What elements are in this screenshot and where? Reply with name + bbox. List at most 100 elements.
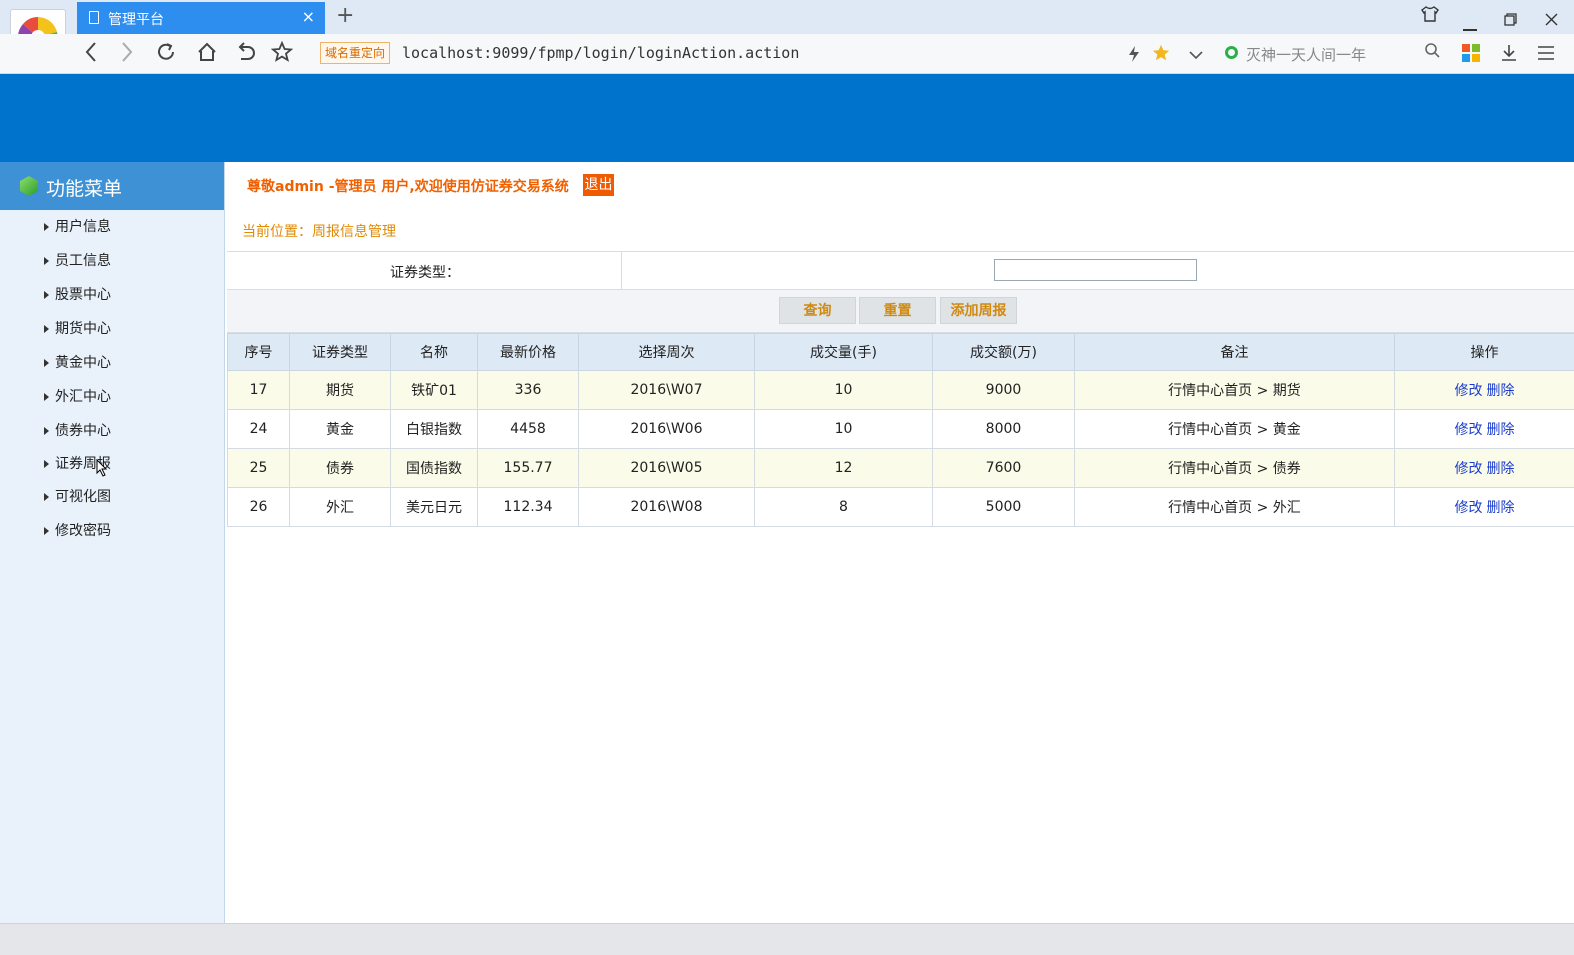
- security-type-input[interactable]: [994, 259, 1197, 281]
- welcome-message: 尊敬admin -管理员 用户,欢迎使用仿证券交易系统: [247, 179, 569, 195]
- cell-volume: 10: [754, 409, 933, 449]
- cell-name: 铁矿01: [390, 370, 478, 410]
- redirect-badge[interactable]: 域名重定向: [320, 42, 391, 64]
- cell-id: 24: [227, 409, 290, 449]
- triangle-right-icon: [44, 291, 49, 299]
- triangle-right-icon: [44, 493, 49, 501]
- restore-icon[interactable]: [1504, 11, 1517, 30]
- cell-name: 美元日元: [390, 487, 478, 527]
- sidebar-item-bond-center[interactable]: 债券中心: [44, 420, 111, 442]
- triangle-right-icon: [44, 527, 49, 535]
- table-row: 24 黄金 白银指数 4458 2016\W06 10 8000 行情中心首页 …: [227, 409, 1574, 449]
- sidebar-item-label: 修改密码: [55, 523, 111, 539]
- column-header: 证券类型: [289, 333, 391, 371]
- table-row: 25 债券 国债指数 155.77 2016\W05 12 7600 行情中心首…: [227, 448, 1574, 488]
- cell-price: 155.77: [477, 448, 579, 488]
- logout-button[interactable]: 退出: [583, 174, 614, 196]
- menu-icon[interactable]: [1537, 46, 1555, 64]
- query-button[interactable]: 查询: [779, 297, 856, 324]
- sidebar-item-label: 用户信息: [55, 219, 111, 235]
- browser-search-box[interactable]: 灭神一天人间一年: [1216, 42, 1444, 66]
- sidebar-item-label: 黄金中心: [55, 355, 111, 371]
- window-close-icon[interactable]: [1545, 11, 1558, 30]
- chevron-down-icon[interactable]: [1189, 48, 1203, 64]
- apps-icon[interactable]: [1462, 44, 1480, 66]
- delete-link[interactable]: 删除: [1487, 461, 1515, 477]
- home-icon[interactable]: [196, 41, 218, 70]
- back-icon[interactable]: [84, 41, 98, 70]
- cell-price: 336: [477, 370, 579, 410]
- sidebar-item-forex-center[interactable]: 外汇中心: [44, 386, 111, 408]
- triangle-right-icon: [44, 257, 49, 265]
- cell-amount: 7600: [932, 448, 1075, 488]
- triangle-right-icon: [44, 427, 49, 435]
- cell-amount: 9000: [932, 370, 1075, 410]
- browser-status-bar: [0, 923, 1574, 955]
- triangle-right-icon: [44, 325, 49, 333]
- sidebar: 功能菜单 用户信息 员工信息 股票中心 期货中心 黄金中心 外汇中心 债券中心 …: [0, 162, 225, 923]
- cell-remark: 行情中心首页 > 黄金: [1074, 409, 1395, 449]
- cell-type: 期货: [289, 370, 391, 410]
- cell-type: 债券: [289, 448, 391, 488]
- column-header: 序号: [227, 333, 290, 371]
- delete-link[interactable]: 删除: [1487, 422, 1515, 438]
- bolt-icon[interactable]: [1128, 45, 1140, 67]
- undo-icon[interactable]: [235, 41, 257, 70]
- minimize-icon[interactable]: [1463, 16, 1477, 35]
- edit-link[interactable]: 修改: [1455, 422, 1483, 438]
- sidebar-item-change-password[interactable]: 修改密码: [44, 520, 111, 542]
- cell-id: 25: [227, 448, 290, 488]
- sidebar-item-label: 债券中心: [55, 423, 111, 439]
- header-banner: [0, 74, 1574, 162]
- add-weekly-report-button[interactable]: 添加周报: [940, 297, 1017, 324]
- sidebar-item-visualization[interactable]: 可视化图: [44, 486, 111, 508]
- cell-remark: 行情中心首页 > 外汇: [1074, 487, 1395, 527]
- cell-remark: 行情中心首页 > 期货: [1074, 370, 1395, 410]
- reload-icon[interactable]: [155, 41, 177, 70]
- sidebar-item-employee-info[interactable]: 员工信息: [44, 250, 111, 272]
- cube-icon: [20, 176, 38, 196]
- cell-price: 4458: [477, 409, 579, 449]
- cell-actions: 修改 删除: [1394, 448, 1574, 488]
- address-bar[interactable]: localhost:9099/fpmp/login/loginAction.ac…: [402, 44, 799, 62]
- cell-actions: 修改 删除: [1394, 487, 1574, 527]
- document-icon: [89, 11, 99, 24]
- forward-icon[interactable]: [120, 41, 134, 70]
- sidebar-item-gold-center[interactable]: 黄金中心: [44, 352, 111, 374]
- delete-link[interactable]: 删除: [1487, 500, 1515, 516]
- sidebar-item-user-info[interactable]: 用户信息: [44, 216, 111, 238]
- reset-button[interactable]: 重置: [859, 297, 936, 324]
- search-icon[interactable]: [1424, 41, 1440, 64]
- star-filled-icon[interactable]: [1151, 43, 1171, 67]
- cell-amount: 8000: [932, 409, 1075, 449]
- triangle-right-icon: [44, 460, 49, 468]
- column-header: 选择周次: [578, 333, 755, 371]
- edit-link[interactable]: 修改: [1455, 461, 1483, 477]
- plus-icon[interactable]: +: [336, 3, 354, 28]
- cell-remark: 行情中心首页 > 债券: [1074, 448, 1395, 488]
- table-row: 26 外汇 美元日元 112.34 2016\W08 8 5000 行情中心首页…: [227, 487, 1574, 527]
- triangle-right-icon: [44, 223, 49, 231]
- sidebar-item-stock-center[interactable]: 股票中心: [44, 284, 111, 306]
- star-outline-icon[interactable]: [270, 40, 294, 70]
- cell-volume: 8: [754, 487, 933, 527]
- triangle-right-icon: [44, 359, 49, 367]
- sidebar-item-futures-center[interactable]: 期货中心: [44, 318, 111, 340]
- close-icon[interactable]: ×: [302, 7, 315, 26]
- breadcrumb: 当前位置：周报信息管理: [242, 224, 396, 240]
- weekly-report-table: 序号 证券类型 名称 最新价格 选择周次 成交量(手) 成交额(万) 备注 操作…: [227, 333, 1574, 527]
- edit-link[interactable]: 修改: [1455, 383, 1483, 399]
- delete-link[interactable]: 删除: [1487, 383, 1515, 399]
- download-icon[interactable]: [1500, 44, 1518, 66]
- sidebar-item-label: 可视化图: [55, 489, 111, 505]
- search-form-row: 证券类型：: [227, 251, 1574, 290]
- browser-tab[interactable]: 管理平台 ×: [77, 2, 325, 34]
- cell-amount: 5000: [932, 487, 1075, 527]
- edit-link[interactable]: 修改: [1455, 500, 1483, 516]
- button-row: 查询 重置 添加周报: [227, 290, 1574, 333]
- sidebar-item-label: 股票中心: [55, 287, 111, 303]
- column-header: 成交额(万): [932, 333, 1075, 371]
- sidebar-header: 功能菜单: [0, 162, 224, 210]
- shirt-icon[interactable]: [1421, 6, 1439, 26]
- cell-type: 黄金: [289, 409, 391, 449]
